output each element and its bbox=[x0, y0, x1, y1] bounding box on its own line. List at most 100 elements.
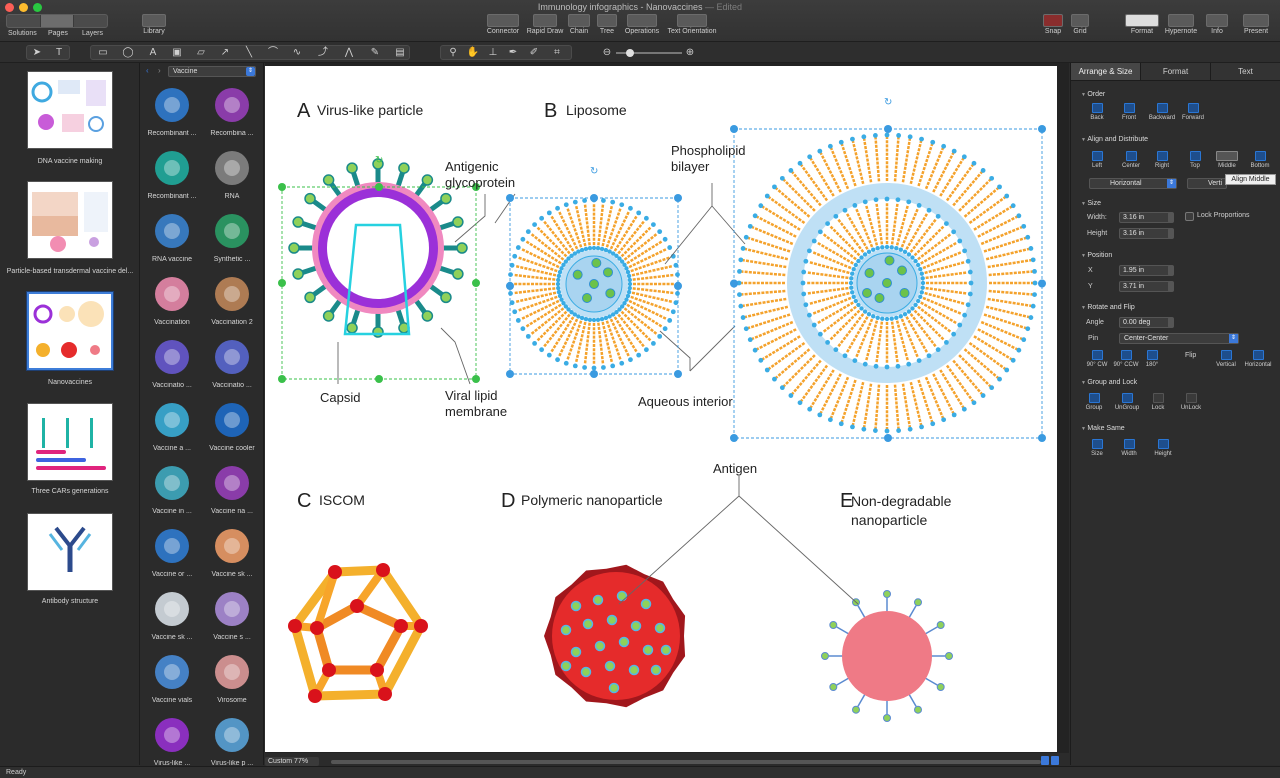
library-button[interactable]: Library bbox=[141, 14, 167, 35]
zoom-slider-knob[interactable] bbox=[626, 49, 634, 57]
forward-button[interactable]: Forward bbox=[1175, 103, 1211, 121]
rotate-180-button[interactable]: 180° bbox=[1134, 350, 1170, 368]
zoom-tool-icon[interactable]: ⚲ bbox=[446, 46, 460, 59]
page-thumb-antibody[interactable] bbox=[27, 513, 113, 591]
section-rotate-flip[interactable]: Rotate and Flip bbox=[1081, 304, 1134, 311]
flip-vertical-button[interactable]: Vertical bbox=[1208, 350, 1244, 368]
library-item[interactable]: Virus-like p ... bbox=[203, 711, 261, 774]
y-stepper[interactable] bbox=[1168, 281, 1174, 292]
tab-format[interactable]: Format bbox=[1141, 63, 1211, 80]
hand-tool-icon[interactable]: ✋ bbox=[466, 46, 480, 59]
zoom-out-icon[interactable]: ⊖ bbox=[600, 46, 614, 59]
stamp-tool-icon[interactable]: ⊥ bbox=[486, 46, 500, 59]
align-bottom-button[interactable]: Bottom bbox=[1242, 151, 1278, 169]
section-size[interactable]: Size bbox=[1081, 200, 1101, 207]
library-item[interactable]: Virus-like ... bbox=[143, 711, 201, 774]
pointer-tool-icon[interactable]: ➤ bbox=[30, 46, 44, 59]
rapid-draw-button[interactable]: Rapid Draw bbox=[526, 14, 564, 35]
y-field[interactable]: 3.71 in bbox=[1119, 281, 1173, 292]
width-stepper[interactable] bbox=[1168, 212, 1174, 223]
page-thumb-cars[interactable] bbox=[27, 403, 113, 481]
align-right-button[interactable]: Right bbox=[1144, 151, 1180, 169]
library-item[interactable]: Recombina ... bbox=[203, 81, 261, 144]
flip-horizontal-button[interactable]: Horizontal bbox=[1240, 350, 1276, 368]
horizontal-scrollbar[interactable] bbox=[331, 760, 1041, 764]
library-back-icon[interactable]: ‹ bbox=[146, 66, 149, 75]
text-select-tool-icon[interactable]: T bbox=[52, 46, 66, 59]
library-item[interactable]: Vaccine or ... bbox=[143, 522, 201, 585]
section-make-same[interactable]: Make Same bbox=[1081, 425, 1124, 432]
info-button[interactable]: Info bbox=[1204, 14, 1230, 35]
present-button[interactable]: Present bbox=[1240, 14, 1272, 35]
zoom-in-icon[interactable]: ⊕ bbox=[683, 46, 697, 59]
library-item[interactable]: Vaccine sk ... bbox=[143, 585, 201, 648]
section-order[interactable]: Order bbox=[1081, 91, 1105, 98]
zoom-select[interactable]: Custom 77% bbox=[265, 757, 319, 766]
library-item[interactable]: RNA vaccine bbox=[143, 207, 201, 270]
hypernote-button[interactable]: Hypernote bbox=[1162, 14, 1200, 35]
add-page-icon[interactable] bbox=[1041, 756, 1049, 765]
solutions-segment-icon[interactable] bbox=[7, 15, 41, 27]
section-group-lock[interactable]: Group and Lock bbox=[1081, 379, 1137, 386]
pin-select[interactable]: Center-Center ⇕ bbox=[1119, 333, 1239, 344]
library-item[interactable]: Vaccine s ... bbox=[203, 585, 261, 648]
library-item[interactable]: Vaccine in ... bbox=[143, 459, 201, 522]
align-left-button[interactable]: Left bbox=[1079, 151, 1115, 169]
library-item[interactable]: Virosome bbox=[203, 648, 261, 711]
library-item[interactable]: Vaccine cooler bbox=[203, 396, 261, 459]
text-orientation-button[interactable]: Text Orientation bbox=[664, 14, 720, 35]
pages-segment-icon[interactable] bbox=[40, 15, 75, 27]
library-item[interactable]: Recombinant ... bbox=[143, 81, 201, 144]
page-thumb-transdermal[interactable] bbox=[27, 181, 113, 259]
spline-tool-icon[interactable]: ⤴ bbox=[316, 46, 330, 59]
library-item[interactable]: Vaccinatio ... bbox=[143, 333, 201, 396]
bezier-tool-icon[interactable]: ✎ bbox=[368, 46, 382, 59]
tree-button[interactable]: Tree bbox=[595, 14, 619, 35]
library-item[interactable]: Synthetic ... bbox=[203, 207, 261, 270]
library-item[interactable]: Recombinant ... bbox=[143, 144, 201, 207]
layers-segment-icon[interactable] bbox=[74, 15, 107, 27]
rectangle-tool-icon[interactable]: ▭ bbox=[96, 46, 110, 59]
tab-arrange-size[interactable]: Arrange & Size bbox=[1071, 63, 1141, 80]
text-box-tool-icon[interactable]: ▣ bbox=[170, 46, 184, 59]
polymeric-nanoparticle-shape[interactable] bbox=[544, 564, 686, 708]
line-tool-icon[interactable]: ╲ bbox=[242, 46, 256, 59]
section-align-distribute[interactable]: Align and Distribute bbox=[1081, 136, 1148, 143]
arc-tool-icon[interactable]: ⌒ bbox=[266, 46, 280, 59]
height-field[interactable]: 3.16 in bbox=[1119, 228, 1173, 239]
lock-proportions-checkbox[interactable] bbox=[1185, 212, 1194, 221]
connector-button[interactable]: Connector bbox=[484, 14, 522, 35]
same-width-button[interactable]: Width bbox=[1111, 439, 1147, 457]
iscom-shape[interactable] bbox=[288, 563, 428, 703]
library-item[interactable]: Vaccinatio ... bbox=[203, 333, 261, 396]
library-category-select[interactable]: Vaccine ⇕ bbox=[168, 66, 256, 77]
polyline-tool-icon[interactable]: ⋀ bbox=[342, 46, 356, 59]
angle-field[interactable]: 0.00 deg bbox=[1119, 317, 1173, 328]
non-degradable-nanoparticle-shape[interactable] bbox=[821, 590, 953, 722]
sidebar-mode-segment[interactable] bbox=[6, 14, 108, 28]
unlock-button[interactable]: UnLock bbox=[1173, 393, 1209, 411]
library-item[interactable]: Vaccine na ... bbox=[203, 459, 261, 522]
align-top-button[interactable]: Top bbox=[1177, 151, 1213, 169]
lock-button[interactable]: Lock bbox=[1140, 393, 1176, 411]
section-position[interactable]: Position bbox=[1081, 252, 1112, 259]
container-tool-icon[interactable]: ▤ bbox=[393, 46, 407, 59]
library-item[interactable]: Vaccination bbox=[143, 270, 201, 333]
angle-stepper[interactable] bbox=[1168, 317, 1174, 328]
format-button[interactable]: Format bbox=[1124, 14, 1160, 35]
text-tool-icon[interactable]: A bbox=[146, 46, 160, 59]
page-thumb-nanovaccines[interactable] bbox=[26, 291, 114, 371]
align-middle-button[interactable]: Middle bbox=[1209, 151, 1245, 169]
distribute-horizontal-select[interactable]: Horizontal ⇕ bbox=[1089, 178, 1177, 189]
same-size-button[interactable]: Size bbox=[1079, 439, 1115, 457]
grid-button[interactable]: Grid bbox=[1069, 14, 1091, 35]
group-button[interactable]: Group bbox=[1076, 393, 1112, 411]
x-field[interactable]: 1.95 in bbox=[1119, 265, 1173, 276]
curve-tool-icon[interactable]: ∿ bbox=[290, 46, 304, 59]
height-stepper[interactable] bbox=[1168, 228, 1174, 239]
liposome-large-shape[interactable] bbox=[736, 132, 1038, 434]
operations-button[interactable]: Operations bbox=[622, 14, 662, 35]
front-button[interactable]: Front bbox=[1111, 103, 1147, 121]
library-item[interactable]: Vaccination 2 bbox=[203, 270, 261, 333]
library-item[interactable]: RNA bbox=[203, 144, 261, 207]
